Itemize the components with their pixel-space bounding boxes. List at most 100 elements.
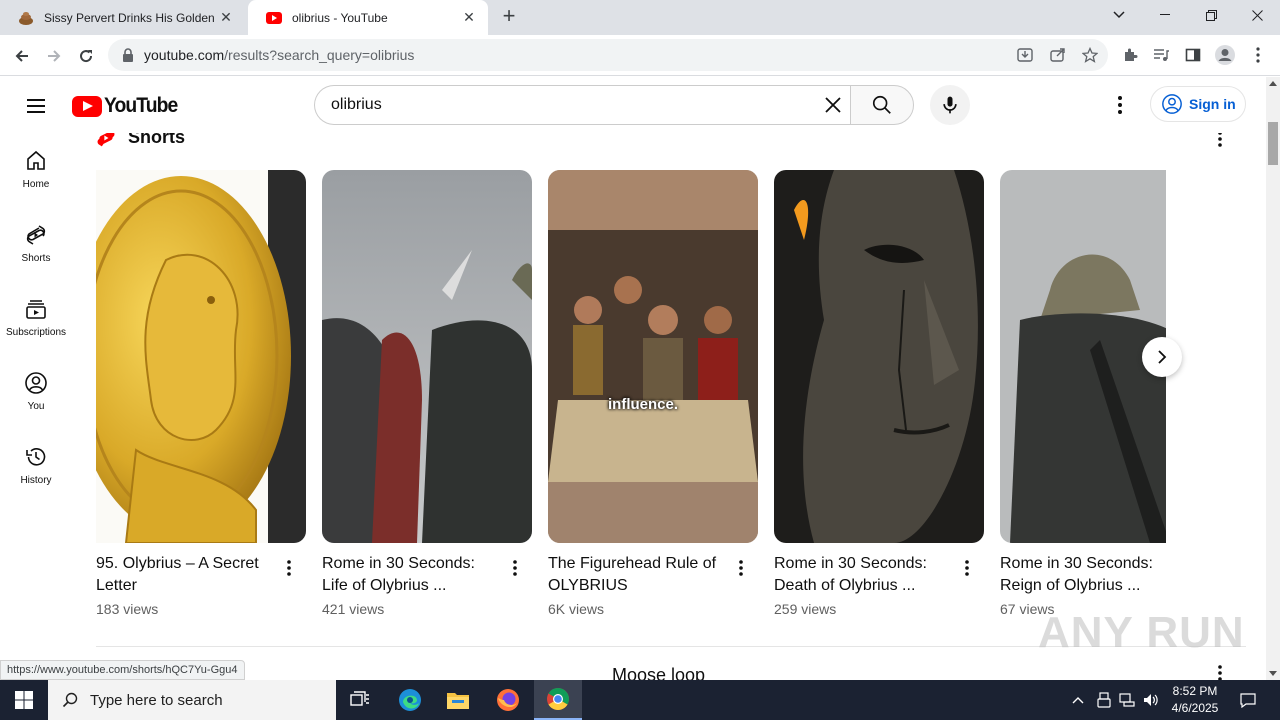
taskbar-clock[interactable]: 8:52 PM 4/6/2025 (1160, 683, 1230, 717)
extensions-icon[interactable] (1119, 44, 1141, 66)
anyrun-watermark: ANY RUN (1038, 608, 1245, 657)
short-views: 421 views (322, 601, 385, 617)
taskbar-search-placeholder: Type here to search (90, 691, 223, 709)
taskbar-search-box[interactable]: Type here to search (48, 680, 336, 720)
side-panel-icon[interactable] (1182, 44, 1204, 66)
profile-avatar-icon[interactable] (1214, 44, 1236, 66)
result-menu-icon[interactable] (1208, 661, 1232, 680)
scroll-down-arrow-icon[interactable] (1269, 671, 1277, 676)
shelf-next-button[interactable] (1142, 337, 1182, 377)
tray-overflow-icon[interactable] (1068, 680, 1088, 720)
guide-label: History (20, 475, 52, 486)
guide-item-you[interactable]: You (0, 355, 72, 429)
restore-button[interactable] (1188, 0, 1234, 30)
short-thumbnail[interactable] (774, 170, 984, 543)
windows-logo-icon (15, 691, 33, 709)
notification-center-icon[interactable] (1234, 680, 1262, 720)
browser-toolbar: youtube.com/results?search_query=olibriu… (0, 35, 1280, 76)
guide-item-home[interactable]: Home (0, 133, 72, 207)
taskbar-firefox[interactable] (484, 680, 532, 720)
account-circle-icon (1162, 94, 1182, 114)
guide-menu-icon[interactable] (24, 94, 48, 118)
short-menu-icon[interactable] (732, 559, 750, 577)
scrollbar-thumb[interactable] (1268, 122, 1278, 165)
settings-menu-icon[interactable] (1108, 93, 1132, 117)
short-thumbnail[interactable]: influence. (548, 170, 758, 543)
short-card[interactable]: Rome in 30 Seconds: Death of Olybrius ..… (774, 170, 984, 617)
roman-council-thumbnail-image (548, 170, 758, 543)
search-icon (62, 692, 78, 708)
url-path: /results?search_query=olibrius (224, 47, 415, 63)
search-query: olibrius (331, 96, 382, 113)
task-view-button[interactable] (336, 680, 384, 720)
usb-device-icon[interactable] (1094, 680, 1114, 720)
chrome-menu-icon[interactable] (1247, 44, 1269, 66)
youtube-logo[interactable]: YouTube (72, 94, 184, 118)
taskbar-file-explorer[interactable] (434, 680, 482, 720)
chevron-right-icon (1158, 350, 1167, 364)
short-title[interactable]: 95. Olybrius – A Secret Letter (96, 553, 276, 597)
short-thumbnail[interactable] (96, 170, 306, 543)
short-card[interactable]: 95. Olybrius – A Secret Letter 183 views (96, 170, 306, 617)
browser-tab-2[interactable]: olibrius - YouTube ✕ (248, 0, 488, 35)
forward-button[interactable] (41, 43, 67, 69)
media-controls-icon[interactable] (1150, 44, 1172, 66)
page-scrollbar[interactable] (1266, 77, 1280, 680)
guide-label: Home (22, 179, 50, 190)
short-menu-icon[interactable] (958, 559, 976, 577)
short-thumbnail[interactable] (322, 170, 532, 543)
guide-item-subscriptions[interactable]: Subscriptions (0, 281, 72, 355)
bookmark-star-icon[interactable] (1079, 44, 1101, 66)
short-views: 183 views (96, 601, 159, 617)
short-card[interactable]: influence. The Figurehead Rule of OLYBRI… (548, 170, 758, 617)
poop-emoji-icon (19, 11, 33, 25)
short-title[interactable]: Rome in 30 Seconds: Life of Olybrius ... (322, 553, 502, 597)
search-input[interactable]: olibrius (314, 85, 851, 125)
close-tab-icon[interactable]: ✕ (217, 9, 235, 27)
taskbar-chrome[interactable] (534, 680, 582, 720)
short-card[interactable]: Rome in 30 Seconds: Reign of Olybrius ..… (1000, 170, 1166, 617)
short-title[interactable]: Rome in 30 Seconds: Death of Olybrius ..… (774, 553, 954, 597)
guide-item-history[interactable]: History (0, 429, 72, 503)
minimize-button[interactable] (1142, 0, 1188, 30)
short-menu-icon[interactable] (280, 559, 298, 577)
close-tab-icon[interactable]: ✕ (460, 9, 478, 27)
mini-guide: Home Shorts Subscriptions You History (0, 133, 72, 680)
install-icon[interactable] (1014, 44, 1036, 66)
coin-thumbnail-image (96, 170, 306, 543)
scroll-up-arrow-icon[interactable] (1269, 81, 1277, 86)
search-button[interactable] (850, 85, 914, 125)
shelf-title: Shorts (128, 133, 186, 147)
voice-search-button[interactable] (930, 85, 970, 125)
windows-taskbar: Type here to search 8:52 PM 4/6/2025 (0, 680, 1280, 720)
subscriptions-icon (26, 300, 46, 319)
volume-icon[interactable] (1140, 680, 1162, 720)
short-views: 259 views (774, 601, 837, 617)
close-window-button[interactable] (1234, 0, 1280, 30)
you-icon (25, 372, 47, 394)
taskbar-edge[interactable] (386, 680, 434, 720)
network-icon[interactable] (1116, 680, 1138, 720)
tab-title: Sissy Pervert Drinks His Golden p (44, 10, 217, 25)
guide-item-shorts[interactable]: Shorts (0, 207, 72, 281)
start-button[interactable] (0, 680, 48, 720)
clear-search-icon[interactable] (821, 93, 845, 117)
short-menu-icon[interactable] (506, 559, 524, 577)
guide-label: You (27, 401, 45, 412)
tab-search-icon[interactable] (1096, 0, 1142, 30)
share-icon[interactable] (1047, 44, 1069, 66)
browser-tab-1[interactable]: Sissy Pervert Drinks His Golden p ✕ (0, 0, 245, 35)
url-host: youtube.com (144, 47, 225, 63)
back-button[interactable] (9, 43, 35, 69)
history-icon (26, 448, 46, 466)
short-card[interactable]: Rome in 30 Seconds: Life of Olybrius ...… (322, 170, 532, 617)
shelf-menu-icon[interactable] (1208, 133, 1232, 151)
new-tab-button[interactable]: + (498, 5, 520, 28)
short-title[interactable]: Rome in 30 Seconds: Reign of Olybrius ..… (1000, 553, 1166, 597)
sign-in-button[interactable]: Sign in (1150, 86, 1246, 122)
address-bar[interactable]: youtube.com/results?search_query=olibriu… (108, 39, 1108, 71)
next-result-title[interactable]: Moose loop (612, 665, 705, 680)
reload-button[interactable] (73, 43, 99, 69)
short-title[interactable]: The Figurehead Rule of OLYBRIUS (548, 553, 728, 597)
link-status-bar: https://www.youtube.com/shorts/hQC7Yu-Gg… (0, 660, 245, 680)
